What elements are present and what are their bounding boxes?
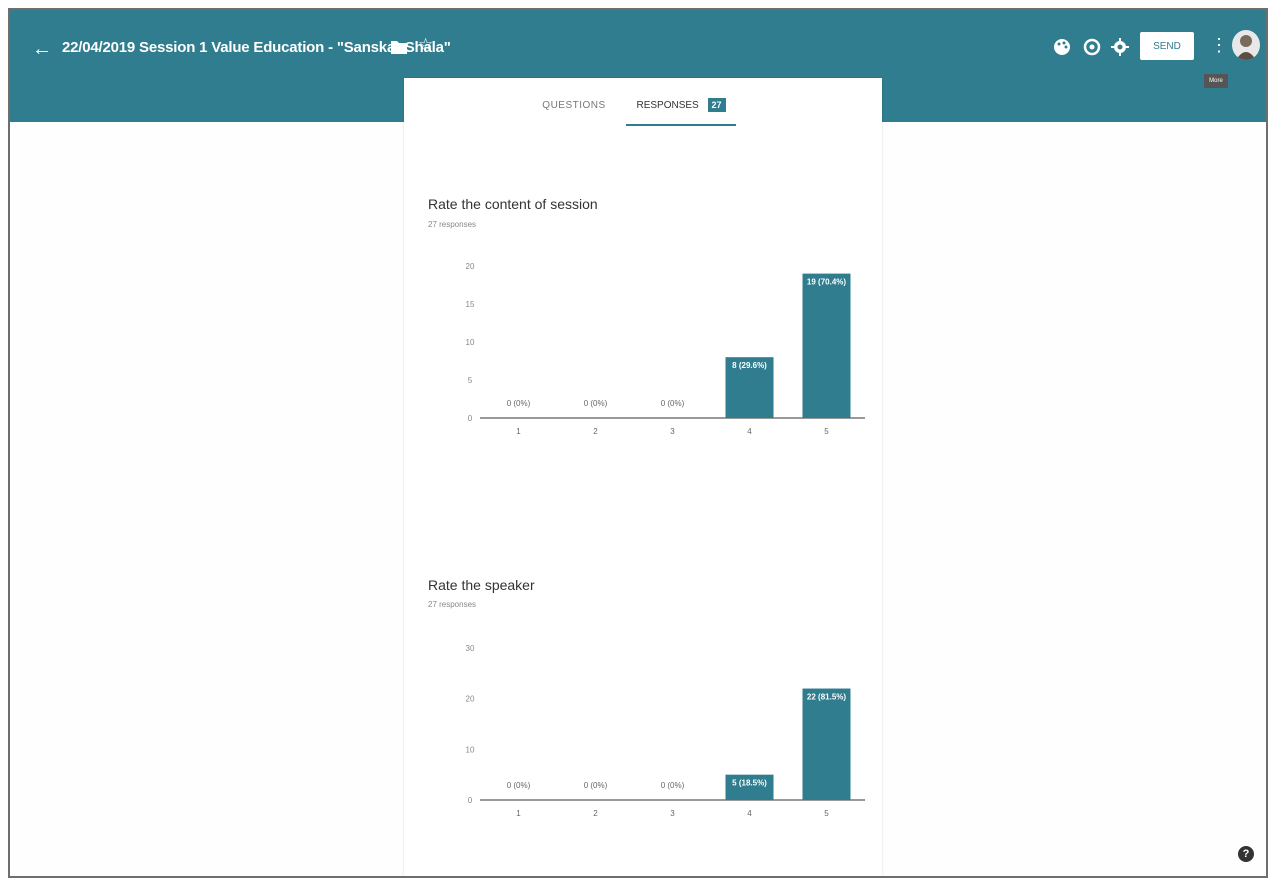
x-tick-label: 3: [670, 427, 675, 436]
question-title: Rate the content of session: [428, 196, 598, 212]
response-count: 27 responses: [428, 600, 477, 609]
tab-questions-label: QUESTIONS: [542, 100, 606, 111]
y-tick-label: 10: [466, 338, 475, 347]
y-tick-label: 0: [468, 796, 473, 805]
y-tick-label: 10: [466, 745, 475, 754]
tab-responses-label: RESPONSES: [636, 100, 699, 111]
tab-responses[interactable]: RESPONSES 27: [626, 90, 736, 126]
palette-icon[interactable]: [1052, 37, 1072, 57]
x-tick-label: 4: [747, 809, 752, 818]
bar-data-label: 0 (0%): [661, 399, 685, 408]
tab-questions[interactable]: QUESTIONS: [524, 90, 624, 124]
y-tick-label: 0: [468, 414, 473, 423]
more-tooltip: More: [1204, 74, 1228, 88]
y-tick-label: 15: [466, 300, 475, 309]
x-tick-label: 4: [747, 427, 752, 436]
x-tick-label: 1: [516, 809, 521, 818]
preview-eye-icon[interactable]: [1082, 37, 1102, 57]
bar-data-label: 0 (0%): [584, 781, 608, 790]
x-tick-label: 5: [824, 427, 829, 436]
bar-data-label: 0 (0%): [661, 781, 685, 790]
bar-data-label: 0 (0%): [507, 399, 531, 408]
bar-data-label: 5 (18.5%): [732, 779, 767, 788]
y-tick-label: 5: [468, 376, 473, 385]
question-title: Rate the speaker: [428, 577, 535, 593]
bar-data-label: 22 (81.5%): [807, 693, 846, 702]
bar-data-label: 8 (29.6%): [732, 361, 767, 370]
y-tick-label: 30: [466, 644, 475, 653]
x-tick-label: 5: [824, 809, 829, 818]
star-icon[interactable]: ☆: [418, 35, 433, 55]
bar: [802, 688, 851, 800]
folder-icon[interactable]: [390, 39, 408, 55]
bar-chart-speaker: 0 10 20 30 0 (0%) 1 0 (0%) 2 0 (0%) 3 5 (18.5%) 4 22…: [466, 644, 865, 818]
x-tick-label: 2: [593, 427, 598, 436]
y-tick-label: 20: [466, 695, 475, 704]
send-button[interactable]: SEND: [1140, 32, 1194, 60]
responses-card: QUESTIONS RESPONSES 27 Rate the content …: [404, 78, 882, 876]
help-icon[interactable]: ?: [1238, 846, 1254, 862]
app-window: ← 22/04/2019 Session 1 Value Education -…: [8, 8, 1268, 878]
more-vert-icon[interactable]: ⋮: [1210, 34, 1228, 56]
x-tick-label: 3: [670, 809, 675, 818]
arrow-left-icon[interactable]: ←: [32, 38, 54, 60]
x-tick-label: 2: [593, 809, 598, 818]
avatar[interactable]: [1232, 30, 1260, 60]
bar-data-label: 19 (70.4%): [807, 278, 846, 287]
x-tick-label: 1: [516, 427, 521, 436]
bar: [802, 273, 851, 418]
response-count: 27 responses: [428, 220, 477, 229]
bar-chart-content: 0 5 10 15 20 0 (0%) 1 0 (0%) 2 0 (0%) 3 8 (29.6%) 4 1…: [466, 262, 865, 436]
y-tick-label: 20: [466, 262, 475, 271]
bar-data-label: 0 (0%): [507, 781, 531, 790]
responses-count-badge: 27: [707, 98, 726, 112]
bar-data-label: 0 (0%): [584, 399, 608, 408]
gear-icon[interactable]: [1110, 37, 1130, 57]
